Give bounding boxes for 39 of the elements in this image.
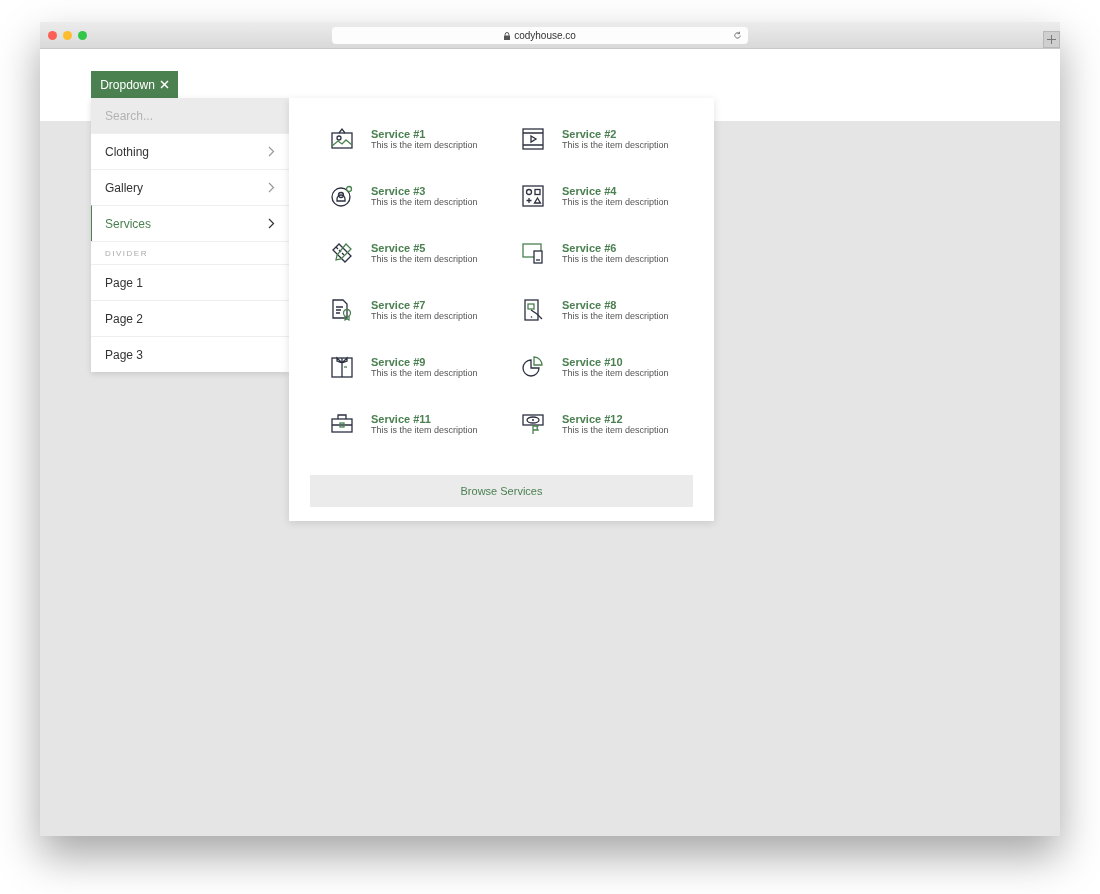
chevron-right-icon [268, 182, 275, 193]
lock-icon [504, 31, 511, 40]
service-item[interactable]: Service #10 This is the item description [521, 350, 712, 384]
user-circle-icon [330, 184, 354, 208]
service-item[interactable]: Service #3 This is the item description [330, 179, 521, 213]
reload-icon[interactable] [733, 31, 742, 40]
film-play-icon [521, 127, 545, 151]
certificate-icon [330, 298, 354, 322]
service-item[interactable]: Service #2 This is the item description [521, 122, 712, 156]
browse-services-button[interactable]: Browse Services [310, 475, 693, 507]
shirt-box-icon [330, 355, 354, 379]
pie-chart-icon [521, 355, 545, 379]
chevron-right-icon [268, 146, 275, 157]
new-tab-button[interactable] [1043, 31, 1060, 48]
minimize-window-dot[interactable] [63, 30, 72, 40]
service-item[interactable]: Service #9 This is the item description [330, 350, 521, 384]
service-item[interactable]: Service #4 This is the item description [521, 179, 712, 213]
close-icon [159, 80, 169, 89]
phone-touch-icon [521, 298, 545, 322]
picture-frame-icon [330, 127, 354, 151]
search-field[interactable]: Search... [91, 98, 289, 133]
service-item[interactable]: Service #5 This is the item description [330, 236, 521, 270]
devices-icon [521, 241, 545, 265]
address-bar[interactable]: codyhouse.co [332, 27, 748, 44]
ruler-pencil-icon [330, 241, 354, 265]
banknote-flag-icon [521, 412, 545, 436]
service-item[interactable]: Service #6 This is the item description [521, 236, 712, 270]
service-item[interactable]: Service #8 This is the item description [521, 293, 712, 327]
dropdown-button[interactable]: Dropdown [91, 71, 178, 98]
shapes-icon [521, 184, 545, 208]
maximize-window-dot[interactable] [78, 30, 87, 40]
service-item[interactable]: Service #7 This is the item description [330, 293, 521, 327]
close-window-dot[interactable] [48, 30, 57, 40]
briefcase-icon [330, 412, 354, 436]
service-item[interactable]: Service #1 This is the item description [330, 122, 521, 156]
plus-icon [1047, 35, 1056, 44]
service-item[interactable]: Service #12 This is the item description [521, 407, 712, 441]
chevron-right-icon [268, 218, 275, 229]
service-item[interactable]: Service #11 This is the item description [330, 407, 521, 441]
